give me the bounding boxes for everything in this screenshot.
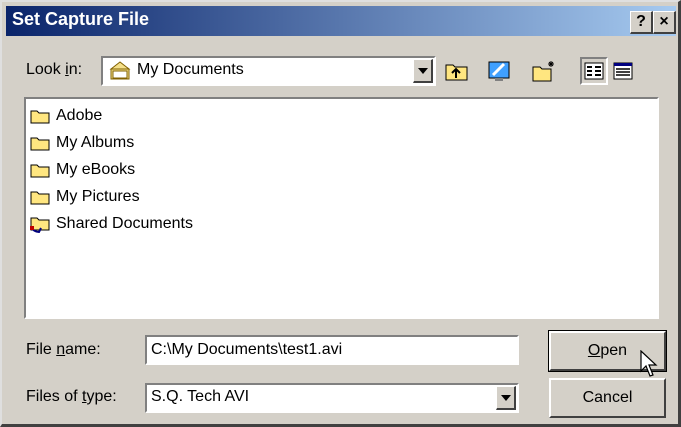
list-item-label: My Albums	[56, 134, 135, 151]
file-name-label: File name:	[26, 341, 101, 358]
folder-icon	[30, 110, 50, 124]
new-folder-icon	[532, 61, 554, 82]
shared-folder-icon	[30, 217, 50, 233]
list-item-label: Adobe	[56, 107, 103, 124]
list-view-icon	[584, 62, 604, 80]
files-of-type-dropdown[interactable]: S.Q. Tech AVI	[145, 383, 519, 413]
title-bar[interactable]: Set Capture File ? ×	[6, 6, 676, 36]
list-item-label: Shared Documents	[56, 215, 193, 232]
close-button[interactable]: ×	[653, 11, 676, 34]
up-folder-icon	[445, 64, 468, 81]
folder-icon	[30, 137, 50, 151]
list-item-my-albums[interactable]: My Albums	[30, 130, 134, 156]
dialog-title: Set Capture File	[12, 9, 150, 29]
set-capture-file-dialog: Set Capture File ? × Look in: My Documen…	[0, 0, 681, 427]
details-view-button[interactable]	[609, 57, 637, 85]
desktop-icon	[488, 61, 510, 81]
new-folder-button[interactable]	[530, 57, 558, 85]
help-button[interactable]: ?	[630, 11, 653, 34]
list-item-label: My eBooks	[56, 161, 136, 178]
folder-icon	[30, 191, 50, 205]
chevron-down-icon	[417, 67, 428, 74]
list-item-label: My Pictures	[56, 188, 140, 205]
up-one-level-button[interactable]	[443, 57, 471, 85]
look-in-value: My Documents	[137, 61, 244, 78]
look-in-label: Look in:	[26, 61, 83, 78]
desktop-button[interactable]	[485, 57, 513, 85]
list-item-adobe[interactable]: Adobe	[30, 103, 102, 129]
cancel-button[interactable]: Cancel	[549, 378, 666, 418]
files-of-type-value: S.Q. Tech AVI	[151, 388, 250, 405]
look-in-dropdown[interactable]: My Documents	[101, 56, 436, 86]
look-in-dropdown-button[interactable]	[413, 59, 433, 83]
details-view-icon	[613, 62, 633, 80]
my-documents-icon	[109, 61, 131, 86]
list-item-my-pictures[interactable]: My Pictures	[30, 184, 140, 210]
list-item-shared-documents[interactable]: Shared Documents	[30, 211, 193, 237]
files-of-type-dropdown-button[interactable]	[496, 386, 516, 410]
list-item-my-ebooks[interactable]: My eBooks	[30, 157, 135, 183]
list-view-button[interactable]	[580, 57, 608, 85]
mouse-pointer-icon	[640, 350, 658, 377]
folder-icon	[30, 164, 50, 178]
chevron-down-icon	[500, 394, 511, 401]
files-of-type-label: Files of type:	[26, 388, 117, 405]
file-list[interactable]: Adobe My Albums My eBooks My Pictures Sh…	[24, 97, 659, 319]
file-name-input[interactable]: C:\My Documents\test1.avi	[145, 335, 519, 365]
